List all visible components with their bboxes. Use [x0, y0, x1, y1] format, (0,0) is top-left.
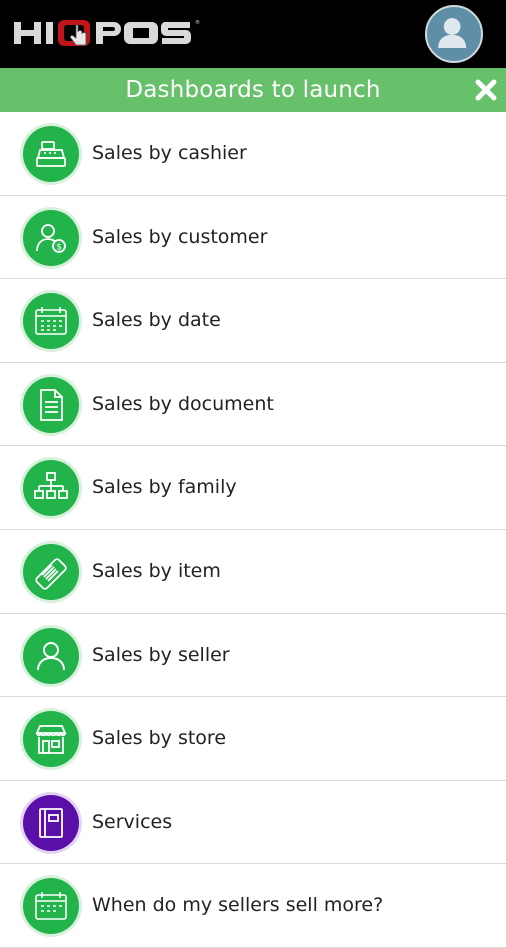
list-item-sales-by-cashier[interactable]: Sales by cashier [0, 112, 506, 196]
svg-text:$: $ [56, 242, 62, 252]
calendar-icon [23, 293, 79, 350]
dialog-header: Dashboards to launch [0, 68, 506, 112]
list-item-label: Sales by store [92, 727, 227, 750]
person-icon [23, 627, 79, 684]
barcode-tag-icon [23, 543, 79, 600]
document-icon [23, 376, 79, 433]
list-item-sales-by-family[interactable]: Sales by family [0, 446, 506, 530]
list-item-services[interactable]: Services [0, 781, 506, 865]
dialog-title: Dashboards to launch [125, 77, 381, 103]
list-item-sales-by-document[interactable]: Sales by document [0, 363, 506, 447]
user-icon [438, 18, 467, 48]
list-item-sales-by-store[interactable]: Sales by store [0, 697, 506, 781]
list-item-label: Sales by document [92, 392, 274, 415]
cash-register-icon [23, 126, 79, 182]
list-item-sales-by-date[interactable]: Sales by date [0, 279, 506, 363]
dashboard-list: Sales by cashier $ Sales by customer Sal… [0, 112, 506, 948]
store-icon [23, 711, 79, 768]
app-top-bar: ® [0, 0, 506, 68]
hiopos-logo: ® [14, 19, 200, 46]
svg-text:®: ® [195, 19, 200, 26]
list-item-label: When do my sellers sell more? [92, 894, 384, 917]
calendar-icon [23, 878, 79, 935]
list-item-sales-by-seller[interactable]: Sales by seller [0, 614, 506, 698]
list-item-label: Sales by family [92, 476, 237, 499]
hierarchy-icon [23, 460, 79, 517]
list-item-label: Sales by cashier [92, 142, 247, 164]
list-item-sales-by-item[interactable]: Sales by item [0, 530, 506, 614]
list-item-label: Sales by customer [92, 225, 268, 248]
list-item-when-do-my-sellers-sell-more[interactable]: When do my sellers sell more? [0, 864, 506, 948]
list-item-label: Sales by item [92, 559, 221, 582]
list-item-label: Sales by date [92, 309, 221, 332]
customer-dollar-icon: $ [23, 209, 79, 266]
list-item-label: Sales by seller [92, 643, 230, 666]
list-item-sales-by-customer[interactable]: $ Sales by customer [0, 196, 506, 280]
close-icon[interactable] [472, 76, 500, 104]
binder-icon [23, 794, 79, 851]
list-item-label: Services [92, 810, 173, 833]
user-avatar-button[interactable] [425, 5, 483, 63]
